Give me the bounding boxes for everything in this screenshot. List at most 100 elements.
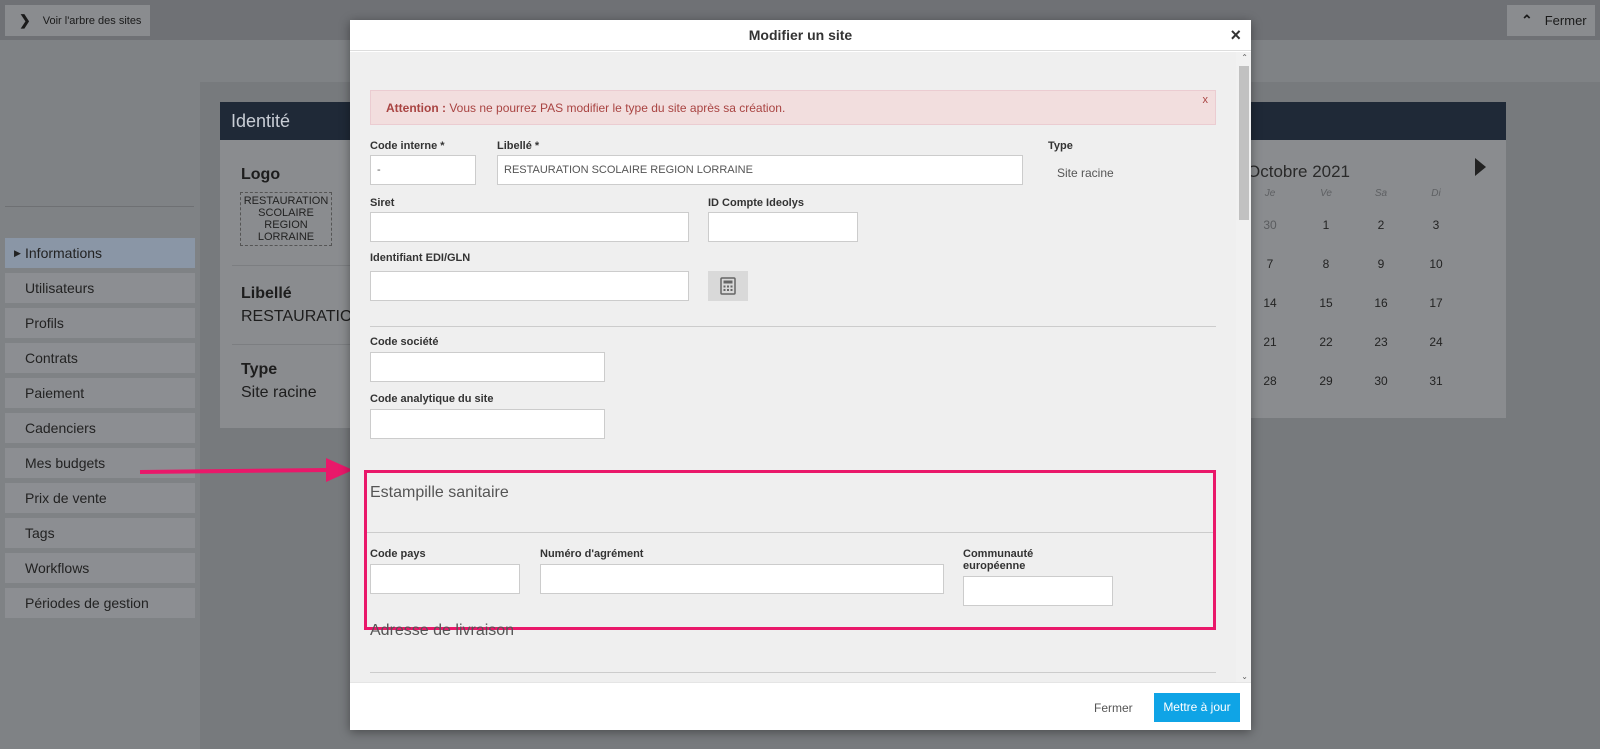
calendar-day[interactable]: 17 xyxy=(1416,296,1456,310)
alert-close-icon[interactable]: x xyxy=(1203,94,1209,106)
numero-agrement-label: Numéro d'agrément xyxy=(540,548,644,560)
sidebar-item-cadenciers[interactable]: Cadenciers xyxy=(5,413,195,443)
chevron-up-icon: ⌃ xyxy=(1521,12,1533,28)
sidebar-item-label: Workflows xyxy=(25,560,90,576)
code-interne-label: Code interne * xyxy=(370,140,445,152)
sidebar-item-label: Tags xyxy=(25,525,55,541)
next-month-icon[interactable] xyxy=(1475,158,1486,176)
close-icon[interactable]: × xyxy=(1230,20,1241,51)
alert-prefix: Attention : xyxy=(386,101,446,115)
type-label: Type xyxy=(1048,140,1073,152)
logo-label: Logo xyxy=(241,166,281,183)
arrow-head xyxy=(326,458,353,482)
calendar-day[interactable]: 29 xyxy=(1306,374,1346,388)
update-button[interactable]: Mettre à jour xyxy=(1154,693,1240,722)
calendar-day[interactable]: 15 xyxy=(1306,296,1346,310)
calendar-day[interactable]: 8 xyxy=(1306,257,1346,271)
libelle-label: Libellé * xyxy=(497,140,540,152)
calculator-button[interactable] xyxy=(708,271,748,301)
edit-site-modal: Modifier un site × Attention : Vous ne p… xyxy=(350,20,1251,730)
calendar-day[interactable]: 7 xyxy=(1250,257,1290,271)
edi-input[interactable] xyxy=(370,271,689,301)
divider xyxy=(367,532,1213,533)
code-pays-input[interactable] xyxy=(370,564,520,594)
sidebar-item-workflows[interactable]: Workflows xyxy=(5,553,195,583)
calendar-day[interactable]: 3 xyxy=(1416,218,1456,232)
sidebar-item-label: Utilisateurs xyxy=(25,280,95,296)
scroll-thumb[interactable] xyxy=(1239,66,1249,220)
code-societe-label: Code société xyxy=(370,336,439,348)
communaute-label-line1: Communauté xyxy=(963,548,1034,560)
calendar-day[interactable]: 31 xyxy=(1416,374,1456,388)
calendar-day[interactable]: 16 xyxy=(1361,296,1401,310)
sidebar-item-label: Mes budgets xyxy=(25,455,106,471)
sidebar-item-contrats[interactable]: Contrats xyxy=(5,343,195,373)
warning-alert: Attention : Vous ne pourrez PAS modifier… xyxy=(370,90,1216,125)
sidebar-item-label: Paiement xyxy=(25,385,85,401)
scroll-down-icon[interactable]: ⌄ xyxy=(1241,672,1248,681)
modal-body: Attention : Vous ne pourrez PAS modifier… xyxy=(350,52,1251,682)
view-site-tree-button[interactable]: ❯ Voir l'arbre des sites xyxy=(5,5,150,36)
modal-header: Modifier un site × xyxy=(350,20,1251,51)
calendar-day[interactable]: 21 xyxy=(1250,335,1290,349)
calendar-day[interactable]: 24 xyxy=(1416,335,1456,349)
calendar-day[interactable]: 30 xyxy=(1250,218,1290,232)
calendar-weekday: Di xyxy=(1431,188,1441,199)
code-societe-input[interactable] xyxy=(370,352,605,382)
type-value: Site racine xyxy=(241,384,317,401)
id-compte-input[interactable] xyxy=(708,212,858,242)
close-button[interactable]: Fermer xyxy=(1094,701,1133,715)
estampille-section-title: Estampille sanitaire xyxy=(370,484,509,501)
calendar-day[interactable]: 1 xyxy=(1306,218,1346,232)
code-analytique-label: Code analytique du site xyxy=(370,393,494,405)
calendar-day[interactable]: 9 xyxy=(1361,257,1401,271)
adresse-section-title: Adresse de livraison xyxy=(370,622,515,639)
calendar-weekday: Sa xyxy=(1374,188,1388,199)
calendar-day[interactable]: 2 xyxy=(1361,218,1401,232)
sidebar-item-label: Cadenciers xyxy=(25,420,96,436)
close-page-button[interactable]: ⌃ Fermer xyxy=(1507,5,1595,36)
calendar-day[interactable]: 22 xyxy=(1306,335,1346,349)
arrow-shaft xyxy=(139,468,329,474)
libelle-input[interactable]: RESTAURATION SCOLAIRE REGION LORRAINE xyxy=(497,155,1023,185)
sidebar-item-informations[interactable]: ▶ Informations xyxy=(5,238,195,268)
calendar-day[interactable]: 28 xyxy=(1250,374,1290,388)
communaute-input[interactable] xyxy=(963,576,1113,606)
caret-right-icon: ▶ xyxy=(14,247,21,258)
code-pays-label: Code pays xyxy=(370,548,426,560)
divider xyxy=(370,326,1216,327)
calendar-day[interactable]: 14 xyxy=(1250,296,1290,310)
close-page-label: Fermer xyxy=(1544,13,1587,28)
calendar-day[interactable]: 30 xyxy=(1361,374,1401,388)
view-site-tree-label: Voir l'arbre des sites xyxy=(42,14,142,27)
alert-text: Vous ne pourrez PAS modifier le type du … xyxy=(445,101,786,115)
sidebar-item-label: Prix de vente xyxy=(25,490,107,506)
edi-label: Identifiant EDI/GLN xyxy=(370,252,471,264)
communaute-label-line2: européenne xyxy=(963,560,1026,572)
modal-title: Modifier un site xyxy=(748,27,853,43)
chevron-right-icon: ❯ xyxy=(19,12,31,28)
modal-footer: Fermer Mettre à jour xyxy=(350,682,1251,730)
calendar-day[interactable]: 10 xyxy=(1416,257,1456,271)
calendar-day[interactable]: 23 xyxy=(1361,335,1401,349)
site-logo: RESTAURATION SCOLAIRE REGION LORRAINE xyxy=(240,192,332,246)
sidebar-item-label: Contrats xyxy=(25,350,78,366)
sidebar-item-profils[interactable]: Profils xyxy=(5,308,195,338)
sidebar: ▶ Informations Utilisateurs Profils Cont… xyxy=(5,238,195,623)
libelle-value: RESTAURATIO xyxy=(241,308,353,325)
libelle-label: Libellé xyxy=(241,285,292,302)
sidebar-item-paiement[interactable]: Paiement xyxy=(5,378,195,408)
sidebar-item-label: Périodes de gestion xyxy=(25,595,149,611)
modal-scrollbar[interactable]: ⌃ ⌄ xyxy=(1236,52,1251,682)
sidebar-divider xyxy=(5,206,194,207)
scroll-up-icon[interactable]: ⌃ xyxy=(1241,53,1248,62)
sidebar-item-periodes-de-gestion[interactable]: Périodes de gestion xyxy=(5,588,195,618)
siret-input[interactable] xyxy=(370,212,689,242)
code-analytique-input[interactable] xyxy=(370,409,605,439)
siret-label: Siret xyxy=(370,197,395,209)
sidebar-item-label: Informations xyxy=(25,245,103,261)
sidebar-item-tags[interactable]: Tags xyxy=(5,518,195,548)
sidebar-item-utilisateurs[interactable]: Utilisateurs xyxy=(5,273,195,303)
numero-agrement-input[interactable] xyxy=(540,564,944,594)
code-interne-input[interactable]: - xyxy=(370,155,476,185)
